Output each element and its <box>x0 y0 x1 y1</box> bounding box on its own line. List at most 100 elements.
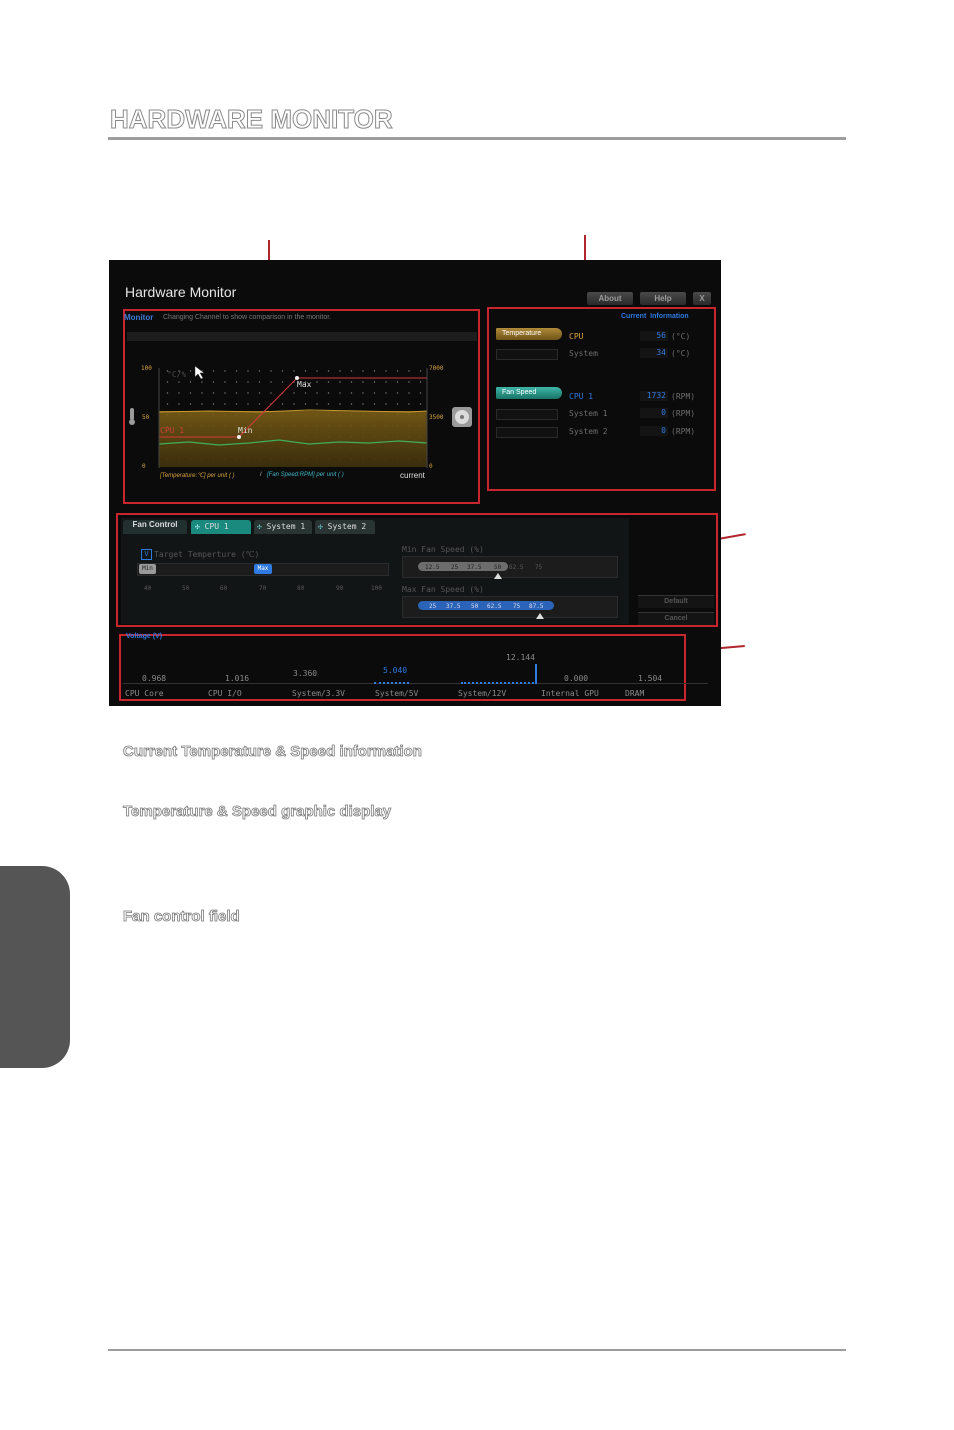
fan-tab-icon: ✣ <box>318 522 323 531</box>
hardware-monitor-window: Hardware Monitor About Help X Monitor Ch… <box>109 260 721 706</box>
voltage-label: CPU I/O <box>208 689 242 698</box>
cancel-button[interactable]: Cancel <box>638 612 714 625</box>
fan-cpu1-unit: (RPM) <box>671 392 696 401</box>
y-right-tick-7000: 7000 <box>429 365 444 372</box>
thermometer-icon <box>129 408 135 425</box>
temp-cpu-label: CPU <box>569 332 584 341</box>
y-right-tick-3500: 3500 <box>429 414 444 421</box>
min-temp-handle[interactable]: Min <box>139 564 156 574</box>
series-label: CPU 1 <box>160 426 185 435</box>
temp-tick: 40 <box>144 585 152 592</box>
fan-tab-icon: ✣ <box>257 522 262 531</box>
temp-tick: 90 <box>336 585 344 592</box>
min-fan-step: 37.5 <box>467 564 482 571</box>
min-fan-speed-label: Min Fan Speed (%) <box>402 545 484 554</box>
min-fan-step: 62.5 <box>509 564 524 571</box>
min-fan-speed-handle[interactable] <box>494 573 502 579</box>
voltage-label: System/12V <box>458 689 507 698</box>
legend-separator: / <box>260 472 262 478</box>
chapter-side-tab <box>0 866 70 1068</box>
temp-cpu-unit: (°C) <box>671 332 691 341</box>
max-fan-step: 50 <box>471 603 479 610</box>
fan-control-title: Fan Control <box>123 520 187 534</box>
voltage-value: 0.000 <box>564 674 589 683</box>
min-fan-step: 50 <box>494 564 502 571</box>
voltage-value: 1.504 <box>638 674 663 683</box>
fan-tab-icon: ✣ <box>195 522 200 531</box>
voltage-value: 1.016 <box>225 674 250 683</box>
tab-system1[interactable]: ✣ System 1 <box>254 520 312 534</box>
curve-min-point[interactable] <box>237 435 241 439</box>
fan-speed-button[interactable]: Fan Speed <box>496 387 562 399</box>
temp-tick: 80 <box>297 585 305 592</box>
max-fan-speed-label: Max Fan Speed (%) <box>402 585 484 594</box>
max-fan-step: 37.5 <box>446 603 461 610</box>
legend-temperature: [Temperature:℃] per unit ( ) <box>160 473 235 479</box>
temp-tick: 70 <box>259 585 267 592</box>
current-label: current <box>400 471 425 480</box>
temp-system-unit: (°C) <box>671 349 691 358</box>
temp-tick: 60 <box>220 585 228 592</box>
callout-line-fan <box>717 533 746 540</box>
voltage-value: 3.360 <box>293 669 318 678</box>
fan-icon <box>452 407 472 427</box>
target-temperature-checkbox[interactable]: V <box>141 549 152 560</box>
max-fan-step: 75 <box>513 603 521 610</box>
min-temp-handle-label: Min <box>142 565 153 572</box>
section-heading-fan-control: Fan control field <box>123 908 240 926</box>
current-information-heading: Current Information <box>621 313 689 320</box>
title-rule <box>108 137 846 140</box>
voltage-label: System/5V <box>375 689 419 698</box>
voltage-baseline <box>123 683 708 684</box>
min-fan-step: 75 <box>535 564 543 571</box>
max-fan-step: 62.5 <box>487 603 502 610</box>
min-label: Min <box>238 426 253 435</box>
temp-system-value: 34 <box>640 348 668 358</box>
max-temp-handle-label: Max <box>257 565 269 572</box>
min-fan-step: 12.5 <box>425 564 440 571</box>
voltage-value: 0.968 <box>142 674 167 683</box>
temperature-button[interactable]: Temperature <box>496 328 562 340</box>
fan-system2-value: 0 <box>640 426 668 436</box>
y-left-tick-0: 0 <box>142 463 146 470</box>
max-temp-handle[interactable]: Max <box>254 564 272 574</box>
max-label: Max <box>297 380 312 389</box>
voltage-label: CPU Core <box>125 689 164 698</box>
y-left-tick-100: 100 <box>141 365 152 372</box>
footer-rule <box>108 1349 846 1351</box>
legend-fan-speed: [Fan Speed:RPM] per unit ( ) <box>267 472 344 478</box>
voltage-heading: Voltage (V) <box>126 633 163 640</box>
voltage-value: 12.144 <box>506 653 535 662</box>
min-fan-step: 25 <box>451 564 459 571</box>
fan-system1-unit: (RPM) <box>671 409 696 418</box>
temp-system-label: System <box>569 349 598 358</box>
voltage-bar-5v <box>374 680 409 684</box>
temp-tick: 100 <box>371 585 382 592</box>
fan-slot-empty-2 <box>496 427 558 438</box>
target-temperature-label: Target Temperture (℃) <box>154 550 260 559</box>
fan-slot-empty-1 <box>496 409 558 420</box>
graph-unit-glyph: °C/% <box>167 370 187 379</box>
temp-cpu-value: 56 <box>640 331 668 341</box>
voltage-bar-12v <box>461 680 537 684</box>
fan-system2-label: System 2 <box>569 427 608 436</box>
voltage-marker-12v <box>535 664 537 682</box>
fan-cpu1-label: CPU 1 <box>569 392 594 401</box>
voltage-label: System/3.3V <box>292 689 345 698</box>
default-button[interactable]: Default <box>638 595 714 608</box>
y-left-tick-50: 50 <box>142 414 150 421</box>
tab-system1-label: System 1 <box>266 522 306 531</box>
tab-system2-label: System 2 <box>327 522 367 531</box>
temp-tick: 50 <box>182 585 190 592</box>
fan-system1-label: System 1 <box>569 409 608 418</box>
tab-cpu1[interactable]: ✣ CPU 1 <box>191 520 251 534</box>
temperature-slot-empty <box>496 349 558 360</box>
fan-system2-unit: (RPM) <box>671 427 696 436</box>
tab-system2[interactable]: ✣ System 2 <box>315 520 375 534</box>
max-fan-speed-handle[interactable] <box>536 613 544 619</box>
y-right-tick-0: 0 <box>429 463 433 470</box>
page-title: HARDWARE MONITOR <box>110 104 394 135</box>
max-fan-step: 87.5 <box>529 603 544 610</box>
voltage-label: DRAM <box>625 689 645 698</box>
temperature-area <box>159 411 427 467</box>
